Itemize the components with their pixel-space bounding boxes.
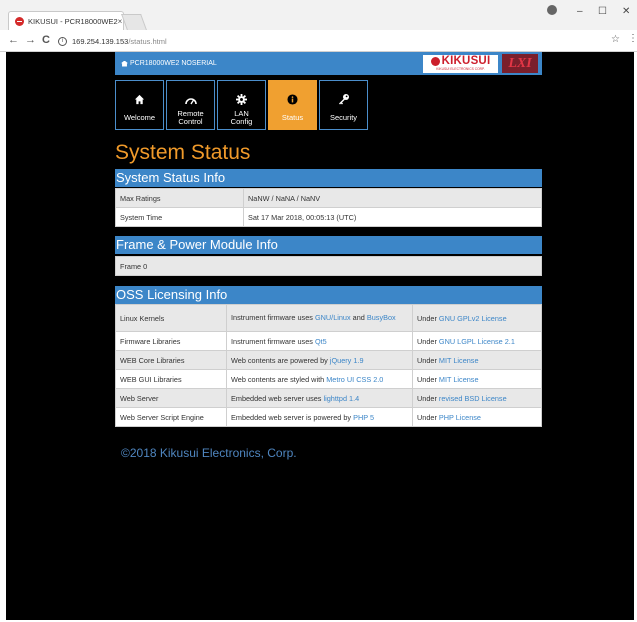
table-cell-license: Under MIT License bbox=[412, 350, 542, 370]
system-status-table: Max Ratings NaNW / NaNA / NaNV System Ti… bbox=[115, 188, 542, 227]
link-lgpl-license[interactable]: GNU LGPL License 2.1 bbox=[439, 337, 515, 346]
browser-toolbar: ← → C i 169.254.139.153/status.html ☆ ⋮ bbox=[0, 30, 637, 52]
url-host: 169.254.139.153 bbox=[72, 36, 129, 46]
table-cell-license: Under revised BSD License bbox=[412, 388, 542, 408]
link-gnu-linux[interactable]: GNU/Linux bbox=[315, 313, 351, 322]
browser-menu-icon[interactable]: ⋮ bbox=[628, 33, 637, 44]
browser-tab[interactable]: KIKUSUI - PCR18000WE2 × bbox=[8, 11, 124, 30]
link-mit-license[interactable]: MIT License bbox=[439, 356, 479, 365]
table-row: Max Ratings NaNW / NaNA / NaNV bbox=[115, 188, 542, 208]
page-title: System Status bbox=[115, 141, 251, 164]
nav-tile-welcome[interactable]: Welcome bbox=[115, 80, 164, 130]
table-row: WEB Core Libraries Web contents are powe… bbox=[115, 350, 542, 370]
table-row: WEB GUI Libraries Web contents are style… bbox=[115, 369, 542, 389]
link-jquery[interactable]: jQuery 1.9 bbox=[330, 356, 364, 365]
minimize-button[interactable]: – bbox=[577, 6, 583, 17]
table-cell-license: Under GNU GPLv2 License bbox=[412, 304, 542, 332]
table-cell-license: Under GNU LGPL License 2.1 bbox=[412, 331, 542, 351]
bookmark-star-icon[interactable]: ☆ bbox=[611, 34, 620, 45]
table-row: Web Server Script Engine Embedded web se… bbox=[115, 407, 542, 427]
link-busybox[interactable]: BusyBox bbox=[367, 313, 396, 322]
main-navigation: Welcome Remote Control LAN Config Status… bbox=[115, 80, 370, 130]
table-cell-license: Under PHP License bbox=[412, 407, 542, 427]
frame-power-table: Frame 0 bbox=[115, 256, 542, 276]
nav-tile-security[interactable]: Security bbox=[319, 80, 368, 130]
table-row: Web Server Embedded web server uses ligh… bbox=[115, 388, 542, 408]
link-bsd-license[interactable]: revised BSD License bbox=[439, 394, 507, 403]
table-cell-label: System Time bbox=[115, 207, 244, 227]
section-heading-system-status: System Status Info bbox=[115, 169, 542, 187]
link-mit-license[interactable]: MIT License bbox=[439, 375, 479, 384]
table-row: Firmware Libraries Instrument firmware u… bbox=[115, 331, 542, 351]
reload-button[interactable]: C bbox=[42, 34, 50, 46]
table-cell-label: Web Server bbox=[115, 388, 227, 408]
account-icon[interactable] bbox=[547, 5, 557, 15]
table-row: Frame 0 bbox=[115, 256, 542, 276]
page-content: PCR18000WE2 NOSERIAL KIKUSUI KIKUSUI ELE… bbox=[6, 52, 634, 620]
table-cell-description: Instrument firmware uses Qt5 bbox=[226, 331, 413, 351]
nav-label-control: Control bbox=[178, 117, 203, 126]
brand-logos: KIKUSUI KIKUSUI ELECTRONICS CORP. LXI bbox=[423, 54, 538, 73]
instrument-name: PCR18000WE2 NOSERIAL bbox=[130, 60, 217, 67]
new-tab-button[interactable] bbox=[121, 14, 147, 30]
key-icon bbox=[338, 94, 349, 105]
link-metro-ui[interactable]: Metro UI CSS 2.0 bbox=[326, 375, 383, 384]
gauge-icon bbox=[184, 98, 197, 105]
table-cell-value: Sat 17 Mar 2018, 00:05:13 (UTC) bbox=[243, 207, 542, 227]
table-cell-label: Frame 0 bbox=[115, 256, 542, 276]
nav-label-config: Config bbox=[230, 117, 253, 126]
nav-label-welcome: Welcome bbox=[123, 113, 156, 122]
lxi-logo: LXI bbox=[502, 54, 538, 73]
browser-titlebar: KIKUSUI - PCR18000WE2 × – ☐ ✕ bbox=[0, 0, 637, 30]
table-cell-label: Web Server Script Engine bbox=[115, 407, 227, 427]
link-php[interactable]: PHP 5 bbox=[353, 413, 374, 422]
home-icon bbox=[134, 94, 145, 105]
table-cell-description: Web contents are powered by jQuery 1.9 bbox=[226, 350, 413, 370]
oss-licensing-table: Linux Kernels Instrument firmware uses G… bbox=[115, 304, 542, 427]
back-button[interactable]: ← bbox=[8, 34, 19, 46]
tab-title: KIKUSUI - PCR18000WE2 bbox=[28, 16, 118, 26]
info-icon bbox=[287, 94, 298, 105]
instrument-header: PCR18000WE2 NOSERIAL KIKUSUI KIKUSUI ELE… bbox=[115, 52, 542, 75]
table-cell-license: Under MIT License bbox=[412, 369, 542, 389]
table-cell-description: Embedded web server is powered by PHP 5 bbox=[226, 407, 413, 427]
table-cell-description: Web contents are styled with Metro UI CS… bbox=[226, 369, 413, 389]
table-cell-description: Instrument firmware uses GNU/Linux and B… bbox=[226, 304, 413, 332]
table-cell-value: NaNW / NaNA / NaNV bbox=[243, 188, 542, 208]
home-icon bbox=[121, 60, 128, 67]
table-cell-label: Linux Kernels bbox=[115, 304, 227, 332]
table-cell-label: WEB GUI Libraries bbox=[115, 369, 227, 389]
site-info-icon[interactable]: i bbox=[58, 36, 67, 46]
nav-label-security: Security bbox=[329, 113, 358, 122]
close-window-button[interactable]: ✕ bbox=[622, 6, 630, 17]
table-row: Linux Kernels Instrument firmware uses G… bbox=[115, 304, 542, 332]
nav-tile-remote-control[interactable]: Remote Control bbox=[166, 80, 215, 130]
nav-tile-status[interactable]: Status bbox=[268, 80, 317, 130]
forward-button[interactable]: → bbox=[25, 34, 36, 46]
table-cell-label: Firmware Libraries bbox=[115, 331, 227, 351]
kikusui-mark-icon bbox=[430, 57, 440, 66]
gear-icon bbox=[236, 94, 247, 105]
kikusui-logo: KIKUSUI KIKUSUI ELECTRONICS CORP. bbox=[423, 54, 498, 73]
table-cell-label: WEB Core Libraries bbox=[115, 350, 227, 370]
table-cell-label: Max Ratings bbox=[115, 188, 244, 208]
copyright-footer: ©2018 Kikusui Electronics, Corp. bbox=[121, 446, 297, 460]
nav-tile-lan-config[interactable]: LAN Config bbox=[217, 80, 266, 130]
kikusui-favicon-icon bbox=[15, 16, 24, 26]
section-heading-frame-power: Frame & Power Module Info bbox=[115, 236, 542, 254]
link-gpl-license[interactable]: GNU GPLv2 License bbox=[439, 314, 507, 323]
link-lighttpd[interactable]: lighttpd 1.4 bbox=[323, 394, 359, 403]
section-heading-oss-licensing: OSS Licensing Info bbox=[115, 286, 542, 304]
link-php-license[interactable]: PHP License bbox=[439, 413, 481, 422]
nav-label-status: Status bbox=[281, 113, 304, 122]
url-path: /status.html bbox=[128, 36, 167, 46]
link-qt5[interactable]: Qt5 bbox=[315, 337, 327, 346]
address-bar[interactable]: i 169.254.139.153/status.html bbox=[58, 33, 624, 49]
table-cell-description: Embedded web server uses lighttpd 1.4 bbox=[226, 388, 413, 408]
table-row: System Time Sat 17 Mar 2018, 00:05:13 (U… bbox=[115, 207, 542, 227]
maximize-button[interactable]: ☐ bbox=[598, 6, 607, 17]
